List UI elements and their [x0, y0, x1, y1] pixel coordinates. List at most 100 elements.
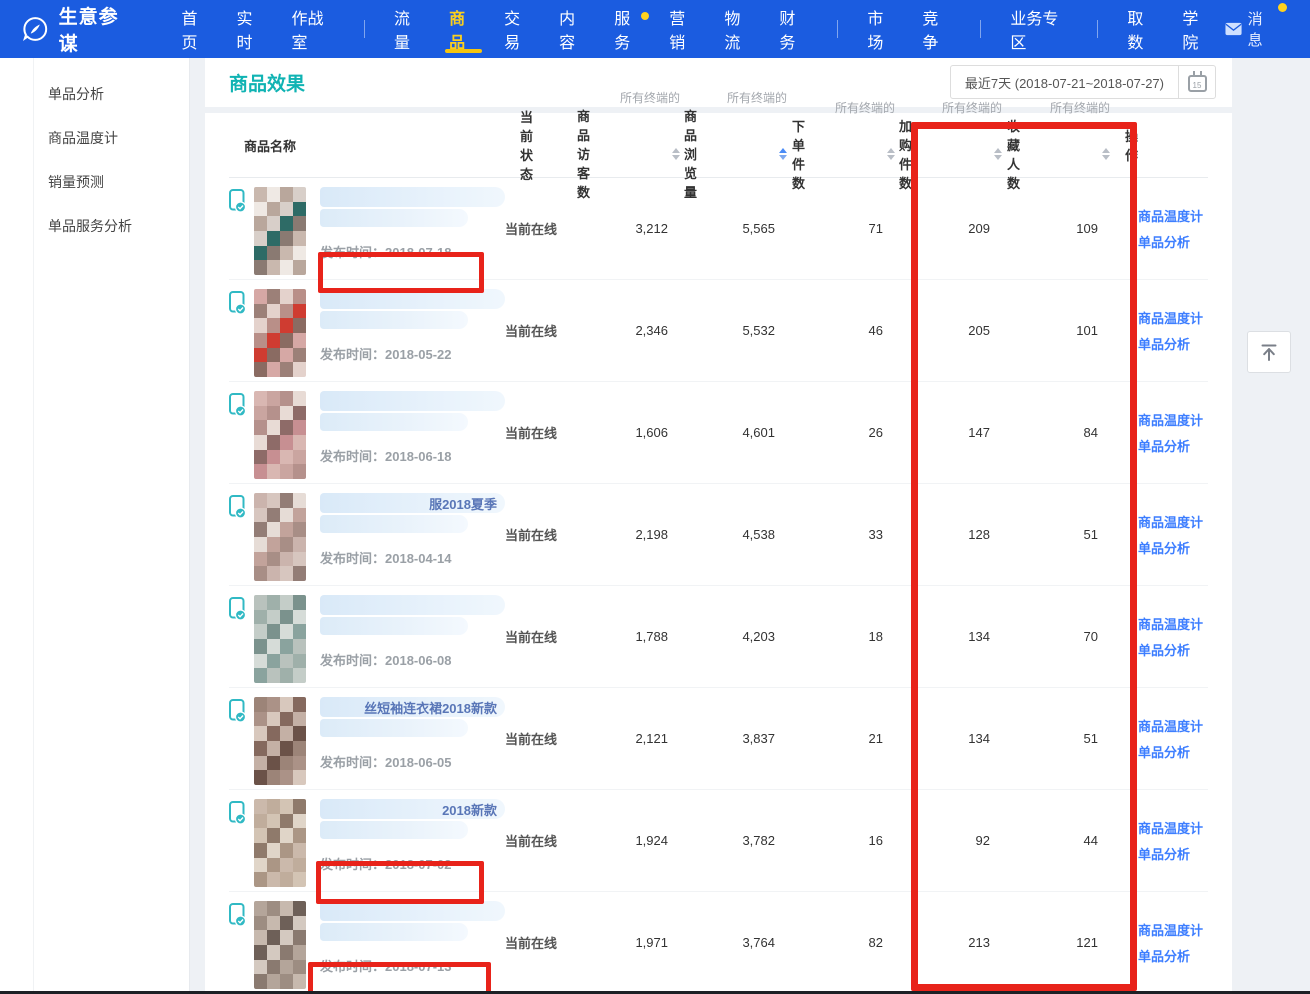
table-row: 2018新款发布时间：2018-07-02当前在线1,9243,78216924…: [229, 790, 1208, 892]
product-thumbnail[interactable]: [254, 493, 306, 581]
action-link-1[interactable]: 单品分析: [1138, 844, 1190, 863]
column-header-super: 所有终端的: [895, 99, 1002, 116]
column-header-3[interactable]: 所有终端的商品浏览量: [680, 89, 787, 201]
back-to-top-button[interactable]: [1247, 331, 1291, 373]
publish-date: 发布时间：2018-05-22: [320, 344, 505, 363]
thumbnail-pixel: [293, 945, 306, 960]
thumbnail-pixel: [254, 348, 267, 363]
nav-item-6[interactable]: 交易: [504, 0, 533, 58]
thumbnail-pixel: [280, 799, 293, 814]
nav-item-0[interactable]: 首页: [181, 0, 210, 58]
thumbnail-pixel: [267, 960, 280, 975]
sidebar-item-2[interactable]: 销量预测: [0, 160, 189, 204]
thumbnail-pixel: [293, 246, 306, 261]
action-link-1[interactable]: 单品分析: [1138, 436, 1190, 455]
publish-date-label: 发布时间：: [320, 449, 385, 464]
thumbnail-pixel: [267, 668, 280, 683]
status-cell: 当前在线: [505, 321, 575, 340]
action-link-0[interactable]: 商品温度计: [1138, 716, 1203, 735]
action-link-0[interactable]: 商品温度计: [1138, 818, 1203, 837]
thumbnail-pixel: [293, 654, 306, 669]
brand-logo[interactable]: 生意参谋: [22, 2, 134, 56]
product-table-card: 商品名称当前状态所有终端的商品访客数所有终端的商品浏览量所有终端的下单件数所有终…: [205, 113, 1232, 994]
action-link-0[interactable]: 商品温度计: [1138, 206, 1203, 225]
table-row: 发布时间：2018-06-18当前在线1,6064,6012614784商品温度…: [229, 382, 1208, 484]
column-header-4[interactable]: 所有终端的下单件数: [787, 99, 895, 192]
nav-item-5[interactable]: 商品: [449, 0, 478, 58]
thumbnail-pixel: [267, 872, 280, 887]
nav-item-2[interactable]: 作战室: [292, 0, 336, 58]
thumbnail-pixel: [293, 930, 306, 945]
thumbnail-pixel: [254, 246, 267, 261]
action-link-0[interactable]: 商品温度计: [1138, 410, 1203, 429]
sidebar-item-1[interactable]: 商品温度计: [0, 116, 189, 160]
action-link-0[interactable]: 商品温度计: [1138, 512, 1203, 531]
thumbnail-pixel: [267, 522, 280, 537]
product-thumbnail[interactable]: [254, 595, 306, 683]
nav-item-16[interactable]: 业务专区: [1010, 0, 1068, 58]
sidebar-item-3[interactable]: 单品服务分析: [0, 204, 189, 248]
product-thumbnail[interactable]: [254, 187, 306, 275]
mobile-online-icon: [229, 597, 246, 687]
nav-item-11[interactable]: 财务: [779, 0, 808, 58]
thumbnail-pixel: [280, 391, 293, 406]
thumbnail-pixel: [267, 348, 280, 363]
product-thumbnail[interactable]: [254, 391, 306, 479]
nav-item-14[interactable]: 竞争: [922, 0, 951, 58]
action-link-1[interactable]: 单品分析: [1138, 232, 1190, 251]
thumbnail-pixel: [267, 901, 280, 916]
thumbnail-pixel: [293, 333, 306, 348]
thumbnail-pixel: [280, 522, 293, 537]
nav-item-7[interactable]: 内容: [559, 0, 588, 58]
nav-item-1[interactable]: 实时: [237, 0, 266, 58]
product-thumbnail[interactable]: [254, 901, 306, 989]
thumbnail-pixel: [254, 756, 267, 771]
action-link-1[interactable]: 单品分析: [1138, 538, 1190, 557]
action-link-1[interactable]: 单品分析: [1138, 742, 1190, 761]
thumbnail-pixel: [280, 450, 293, 465]
cart-adds-cell: 134: [895, 629, 1002, 644]
nav-item-18[interactable]: 取数: [1127, 0, 1156, 58]
nav-item-13[interactable]: 市场: [867, 0, 896, 58]
action-link-1[interactable]: 单品分析: [1138, 334, 1190, 353]
sidebar-item-0[interactable]: 单品分析: [0, 72, 189, 116]
product-title-blurred-line2: [320, 617, 468, 635]
thumbnail-pixel: [293, 318, 306, 333]
action-link-1[interactable]: 单品分析: [1138, 640, 1190, 659]
views-cell: 3,782: [680, 833, 787, 848]
action-link-0[interactable]: 商品温度计: [1138, 920, 1203, 939]
column-header-6[interactable]: 所有终端的收藏人数: [1002, 99, 1110, 192]
product-thumbnail[interactable]: [254, 799, 306, 887]
action-link-0[interactable]: 商品温度计: [1138, 614, 1203, 633]
nav-item-19[interactable]: 学院: [1182, 0, 1211, 58]
thumbnail-pixel: [267, 420, 280, 435]
calendar-button[interactable]: 15: [1179, 66, 1215, 98]
thumbnail-pixel: [293, 552, 306, 567]
nav-item-9[interactable]: 营销: [669, 0, 698, 58]
thumbnail-pixel: [293, 712, 306, 727]
action-link-1[interactable]: 单品分析: [1138, 946, 1190, 965]
product-thumbnail[interactable]: [254, 697, 306, 785]
nav-menu: 首页实时作战室 流量商品交易内容服务营销物流财务 市场竞争 业务专区 取数学院: [168, 0, 1224, 58]
sort-arrows-icon[interactable]: [1102, 148, 1110, 160]
thumbnail-pixel: [280, 697, 293, 712]
product-thumbnail[interactable]: [254, 289, 306, 377]
nav-item-messages[interactable]: 消息: [1225, 8, 1286, 50]
visitors-cell: 2,121: [575, 731, 680, 746]
date-range-picker[interactable]: 最近7天 (2018-07-21~2018-07-27) 15: [950, 65, 1216, 99]
orders-cell: 21: [787, 731, 895, 746]
nav-item-10[interactable]: 物流: [724, 0, 753, 58]
thumbnail-pixel: [267, 814, 280, 829]
column-header-2[interactable]: 所有终端的商品访客数: [575, 89, 680, 201]
thumbnail-pixel: [280, 712, 293, 727]
nav-item-4[interactable]: 流量: [394, 0, 423, 58]
nav-item-8[interactable]: 服务: [614, 0, 643, 58]
date-range-label[interactable]: 最近7天 (2018-07-21~2018-07-27): [951, 66, 1179, 98]
column-header-5[interactable]: 所有终端的加购件数: [895, 99, 1002, 192]
action-link-0[interactable]: 商品温度计: [1138, 308, 1203, 327]
thumbnail-pixel: [280, 610, 293, 625]
thumbnail-pixel: [280, 246, 293, 261]
status-cell: 当前在线: [505, 525, 575, 544]
favorites-cell: 84: [1002, 425, 1110, 440]
status-cell: 当前在线: [505, 423, 575, 442]
